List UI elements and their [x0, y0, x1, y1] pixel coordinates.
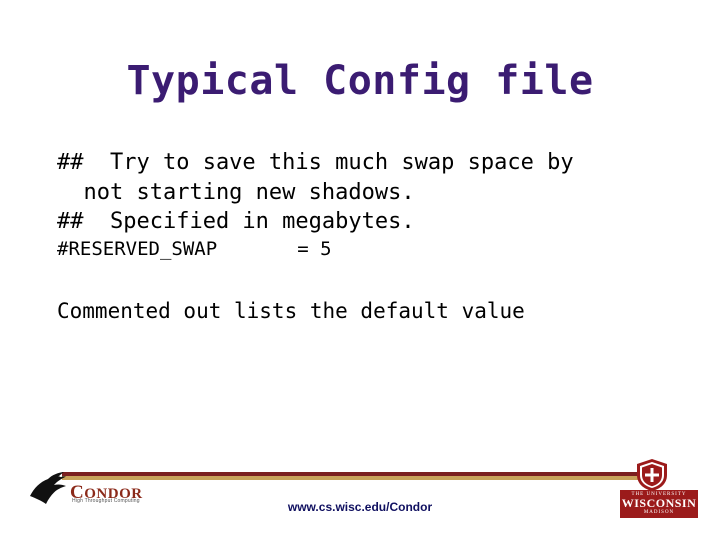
wisconsin-bottom-line: MADISON	[643, 510, 675, 515]
slide: Typical Config file ## Try to save this …	[0, 0, 720, 540]
footer-url: www.cs.wisc.edu/Condor	[287, 500, 433, 514]
code-line: not starting new shadows.	[57, 179, 415, 205]
footer-divider	[62, 472, 650, 482]
slide-body: ## Try to save this much swap space by n…	[57, 148, 667, 323]
wisconsin-crest-icon	[637, 459, 667, 491]
code-line: #RESERVED_SWAP = 5	[57, 238, 332, 261]
footer-divider-bottom	[62, 476, 650, 480]
code-line: ## Try to save this much swap space by	[57, 150, 574, 175]
wisconsin-logo: THE UNIVERSITY WISCONSIN MADISON	[620, 458, 698, 520]
wisconsin-main-line: WISCONSIN	[621, 496, 697, 510]
page-title: Typical Config file	[126, 58, 594, 104]
wisconsin-wordmark: THE UNIVERSITY WISCONSIN MADISON	[620, 490, 698, 518]
code-line: ## Specified in megabytes.	[57, 209, 415, 235]
note-text: Commented out lists the default value	[57, 298, 525, 323]
